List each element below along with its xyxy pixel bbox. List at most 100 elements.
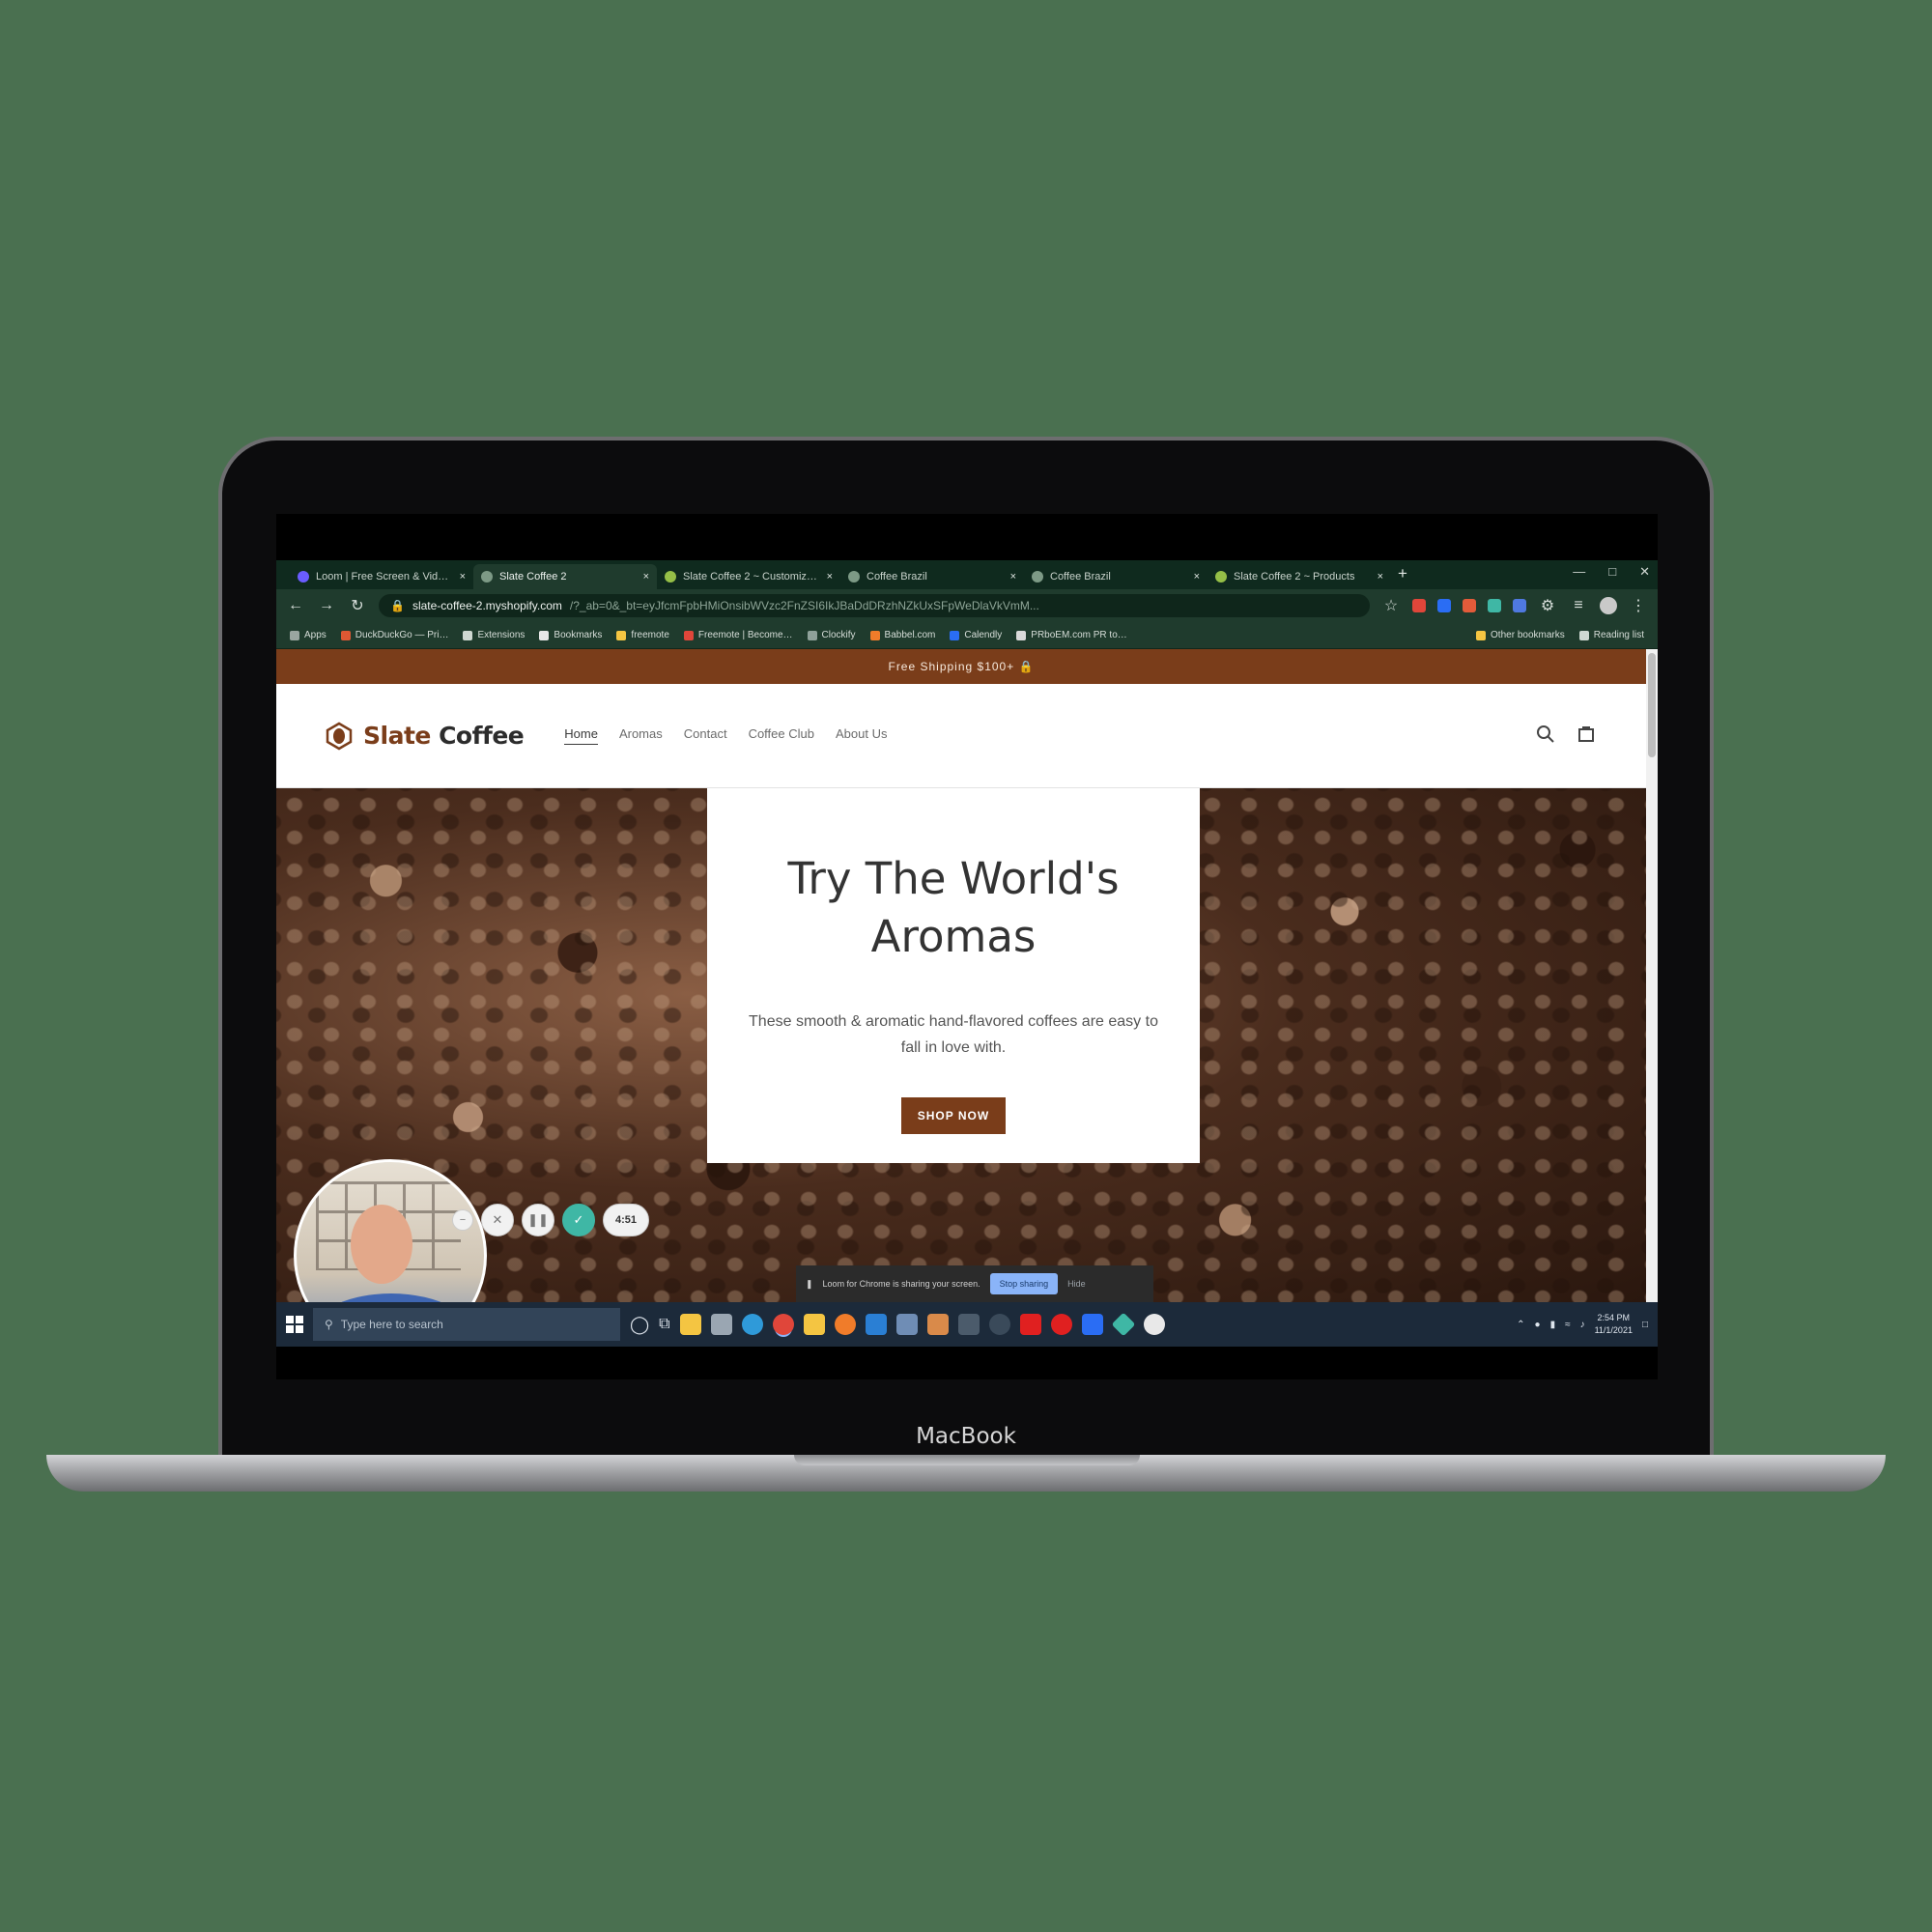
tab-coffee-brazil[interactable]: Coffee Brazil × bbox=[840, 564, 1024, 589]
firefox-icon[interactable] bbox=[834, 1314, 856, 1335]
bookmark-freemote-become[interactable]: Freemote | Become… bbox=[683, 630, 793, 640]
tab-loom[interactable]: Loom | Free Screen & Vid… × bbox=[290, 564, 473, 589]
profile-avatar[interactable] bbox=[1600, 597, 1617, 614]
new-tab-button[interactable]: + bbox=[1391, 564, 1414, 589]
app-icon[interactable] bbox=[895, 1314, 918, 1335]
edge-icon[interactable] bbox=[741, 1314, 763, 1335]
close-window-icon[interactable]: ✕ bbox=[1639, 564, 1650, 580]
youtube-icon[interactable] bbox=[1019, 1314, 1041, 1335]
nav-about-us[interactable]: About Us bbox=[836, 726, 887, 745]
menu-icon[interactable]: ⋮ bbox=[1629, 596, 1648, 615]
nav-home[interactable]: Home bbox=[564, 726, 598, 745]
chevron-up-icon[interactable]: ⌃ bbox=[1517, 1320, 1524, 1330]
cancel-recording-icon[interactable]: ✕ bbox=[481, 1204, 514, 1236]
globe-icon bbox=[1032, 571, 1043, 582]
tab-slate-coffee-2[interactable]: Slate Coffee 2 × bbox=[473, 564, 657, 589]
tab-slate-coffee-customize[interactable]: Slate Coffee 2 ~ Customiz… × bbox=[657, 564, 840, 589]
app-icon[interactable] bbox=[1143, 1314, 1165, 1335]
extension-icon[interactable] bbox=[1513, 599, 1526, 612]
close-icon[interactable]: × bbox=[1010, 571, 1016, 582]
stop-sharing-button[interactable]: Stop sharing bbox=[989, 1273, 1059, 1294]
extension-icon[interactable] bbox=[1412, 599, 1426, 612]
bookmark-freemote[interactable]: freemote bbox=[616, 630, 669, 640]
shopify-icon bbox=[1215, 571, 1227, 582]
globe-icon bbox=[481, 571, 493, 582]
bookmark-reading-list[interactable]: Reading list bbox=[1578, 630, 1644, 640]
close-icon[interactable]: × bbox=[827, 571, 833, 582]
maximize-icon[interactable]: □ bbox=[1608, 564, 1616, 580]
bookmark-babbel[interactable]: Babbel.com bbox=[869, 630, 935, 640]
bookmark-other[interactable]: Other bookmarks bbox=[1476, 630, 1565, 640]
hero-subtitle: These smooth & aromatic hand-flavored co… bbox=[749, 1013, 1158, 1056]
browser-window: Loom | Free Screen & Vid… × Slate Coffee … bbox=[276, 560, 1658, 1302]
cart-icon[interactable] bbox=[1577, 724, 1596, 744]
bookmarks-bar: Apps DuckDuckGo — Pri… Extensions Bookma… bbox=[276, 622, 1658, 649]
battery-icon[interactable]: ▮ bbox=[1550, 1320, 1556, 1330]
duckduckgo-icon bbox=[340, 630, 351, 640]
forward-icon[interactable]: → bbox=[317, 597, 336, 614]
settings-icon[interactable] bbox=[988, 1314, 1010, 1335]
search-icon[interactable] bbox=[1536, 724, 1555, 744]
chrome-icon[interactable] bbox=[772, 1314, 794, 1335]
paint-icon[interactable] bbox=[926, 1314, 949, 1335]
extension-icon[interactable] bbox=[1488, 599, 1501, 612]
app-icon[interactable] bbox=[957, 1314, 980, 1335]
star-icon[interactable]: ☆ bbox=[1381, 596, 1401, 615]
reload-icon[interactable]: ↻ bbox=[348, 596, 367, 615]
extension-icon[interactable] bbox=[1437, 599, 1451, 612]
shop-now-button[interactable]: SHOP NOW bbox=[900, 1097, 1007, 1134]
window-controls: — □ ✕ bbox=[1573, 564, 1650, 580]
drag-handle-icon[interactable]: ❚ bbox=[806, 1279, 813, 1290]
finish-recording-icon[interactable]: ✓ bbox=[562, 1204, 595, 1236]
tab-coffee-brazil-2[interactable]: Coffee Brazil × bbox=[1024, 564, 1208, 589]
taskbar-clock[interactable]: 2:54 PM 11/1/2021 bbox=[1595, 1312, 1633, 1337]
bookmark-duckduckgo[interactable]: DuckDuckGo — Pri… bbox=[340, 630, 448, 640]
nav-coffee-club[interactable]: Coffee Club bbox=[749, 726, 814, 745]
cortana-icon[interactable]: ◯ bbox=[630, 1315, 649, 1335]
back-icon[interactable]: ← bbox=[286, 597, 305, 614]
app-icon[interactable] bbox=[1081, 1314, 1103, 1335]
close-icon[interactable]: × bbox=[1194, 571, 1200, 582]
nav-contact[interactable]: Contact bbox=[684, 726, 727, 745]
pause-icon[interactable]: ❚❚ bbox=[522, 1204, 554, 1236]
nav-aromas[interactable]: Aromas bbox=[619, 726, 663, 745]
site-logo[interactable]: Slate Coffee bbox=[325, 722, 525, 751]
bookmark-prboem[interactable]: PRboEM.com PR to… bbox=[1016, 630, 1127, 640]
clockify-icon bbox=[807, 630, 817, 640]
google-drive-icon[interactable] bbox=[803, 1314, 825, 1335]
wifi-icon[interactable]: ≈ bbox=[1565, 1320, 1571, 1330]
bookmark-bookmarks[interactable]: Bookmarks bbox=[539, 630, 602, 640]
tab-slate-coffee-products[interactable]: Slate Coffee 2 ~ Products × bbox=[1208, 564, 1391, 589]
close-icon[interactable]: × bbox=[1378, 571, 1383, 582]
scroll-thumb[interactable] bbox=[1648, 653, 1656, 757]
loom-favicon-icon bbox=[298, 571, 309, 582]
microphone-icon[interactable]: ● bbox=[1535, 1320, 1541, 1330]
extension-icon[interactable] bbox=[1463, 599, 1476, 612]
page-scrollbar[interactable] bbox=[1646, 649, 1658, 1302]
minimize-icon[interactable]: — bbox=[1573, 564, 1585, 580]
file-explorer-icon[interactable] bbox=[679, 1314, 701, 1335]
reading-list-icon[interactable]: ≡ bbox=[1569, 597, 1588, 614]
close-icon[interactable]: × bbox=[460, 571, 466, 582]
puzzle-icon[interactable]: ⚙ bbox=[1538, 596, 1557, 615]
bookmark-clockify[interactable]: Clockify bbox=[807, 630, 856, 640]
windows-start-icon[interactable] bbox=[286, 1316, 303, 1333]
vscode-icon[interactable] bbox=[865, 1314, 887, 1335]
notepad-icon[interactable] bbox=[710, 1314, 732, 1335]
system-tray: ⌃ ● ▮ ≈ ♪ 2:54 PM 11/1/2021 □ bbox=[1517, 1312, 1648, 1337]
bookmark-calendly[interactable]: Calendly bbox=[950, 630, 1002, 640]
volume-icon[interactable]: ♪ bbox=[1580, 1320, 1585, 1330]
close-icon[interactable]: × bbox=[643, 571, 649, 582]
task-view-icon[interactable]: ⧉ bbox=[659, 1316, 669, 1333]
app-icon[interactable] bbox=[1111, 1312, 1136, 1337]
youtube-music-icon[interactable] bbox=[1050, 1314, 1072, 1335]
bookmark-apps[interactable]: Apps bbox=[290, 630, 327, 640]
taskbar-search[interactable]: ⚲ Type here to search bbox=[313, 1308, 620, 1341]
hide-notice-button[interactable]: Hide bbox=[1067, 1279, 1086, 1289]
address-bar[interactable]: 🔒 slate-coffee-2.myshopify.com /?_ab=0&_… bbox=[379, 594, 1370, 617]
search-icon: ⚲ bbox=[325, 1318, 333, 1331]
bookmark-extensions[interactable]: Extensions bbox=[463, 630, 525, 640]
minimize-icon[interactable]: − bbox=[452, 1209, 473, 1231]
notification-icon[interactable]: □ bbox=[1642, 1320, 1648, 1330]
url-path: /?_ab=0&_bt=eyJfcmFpbHMiOnsibWVzc2FnZSI6… bbox=[569, 599, 1039, 612]
